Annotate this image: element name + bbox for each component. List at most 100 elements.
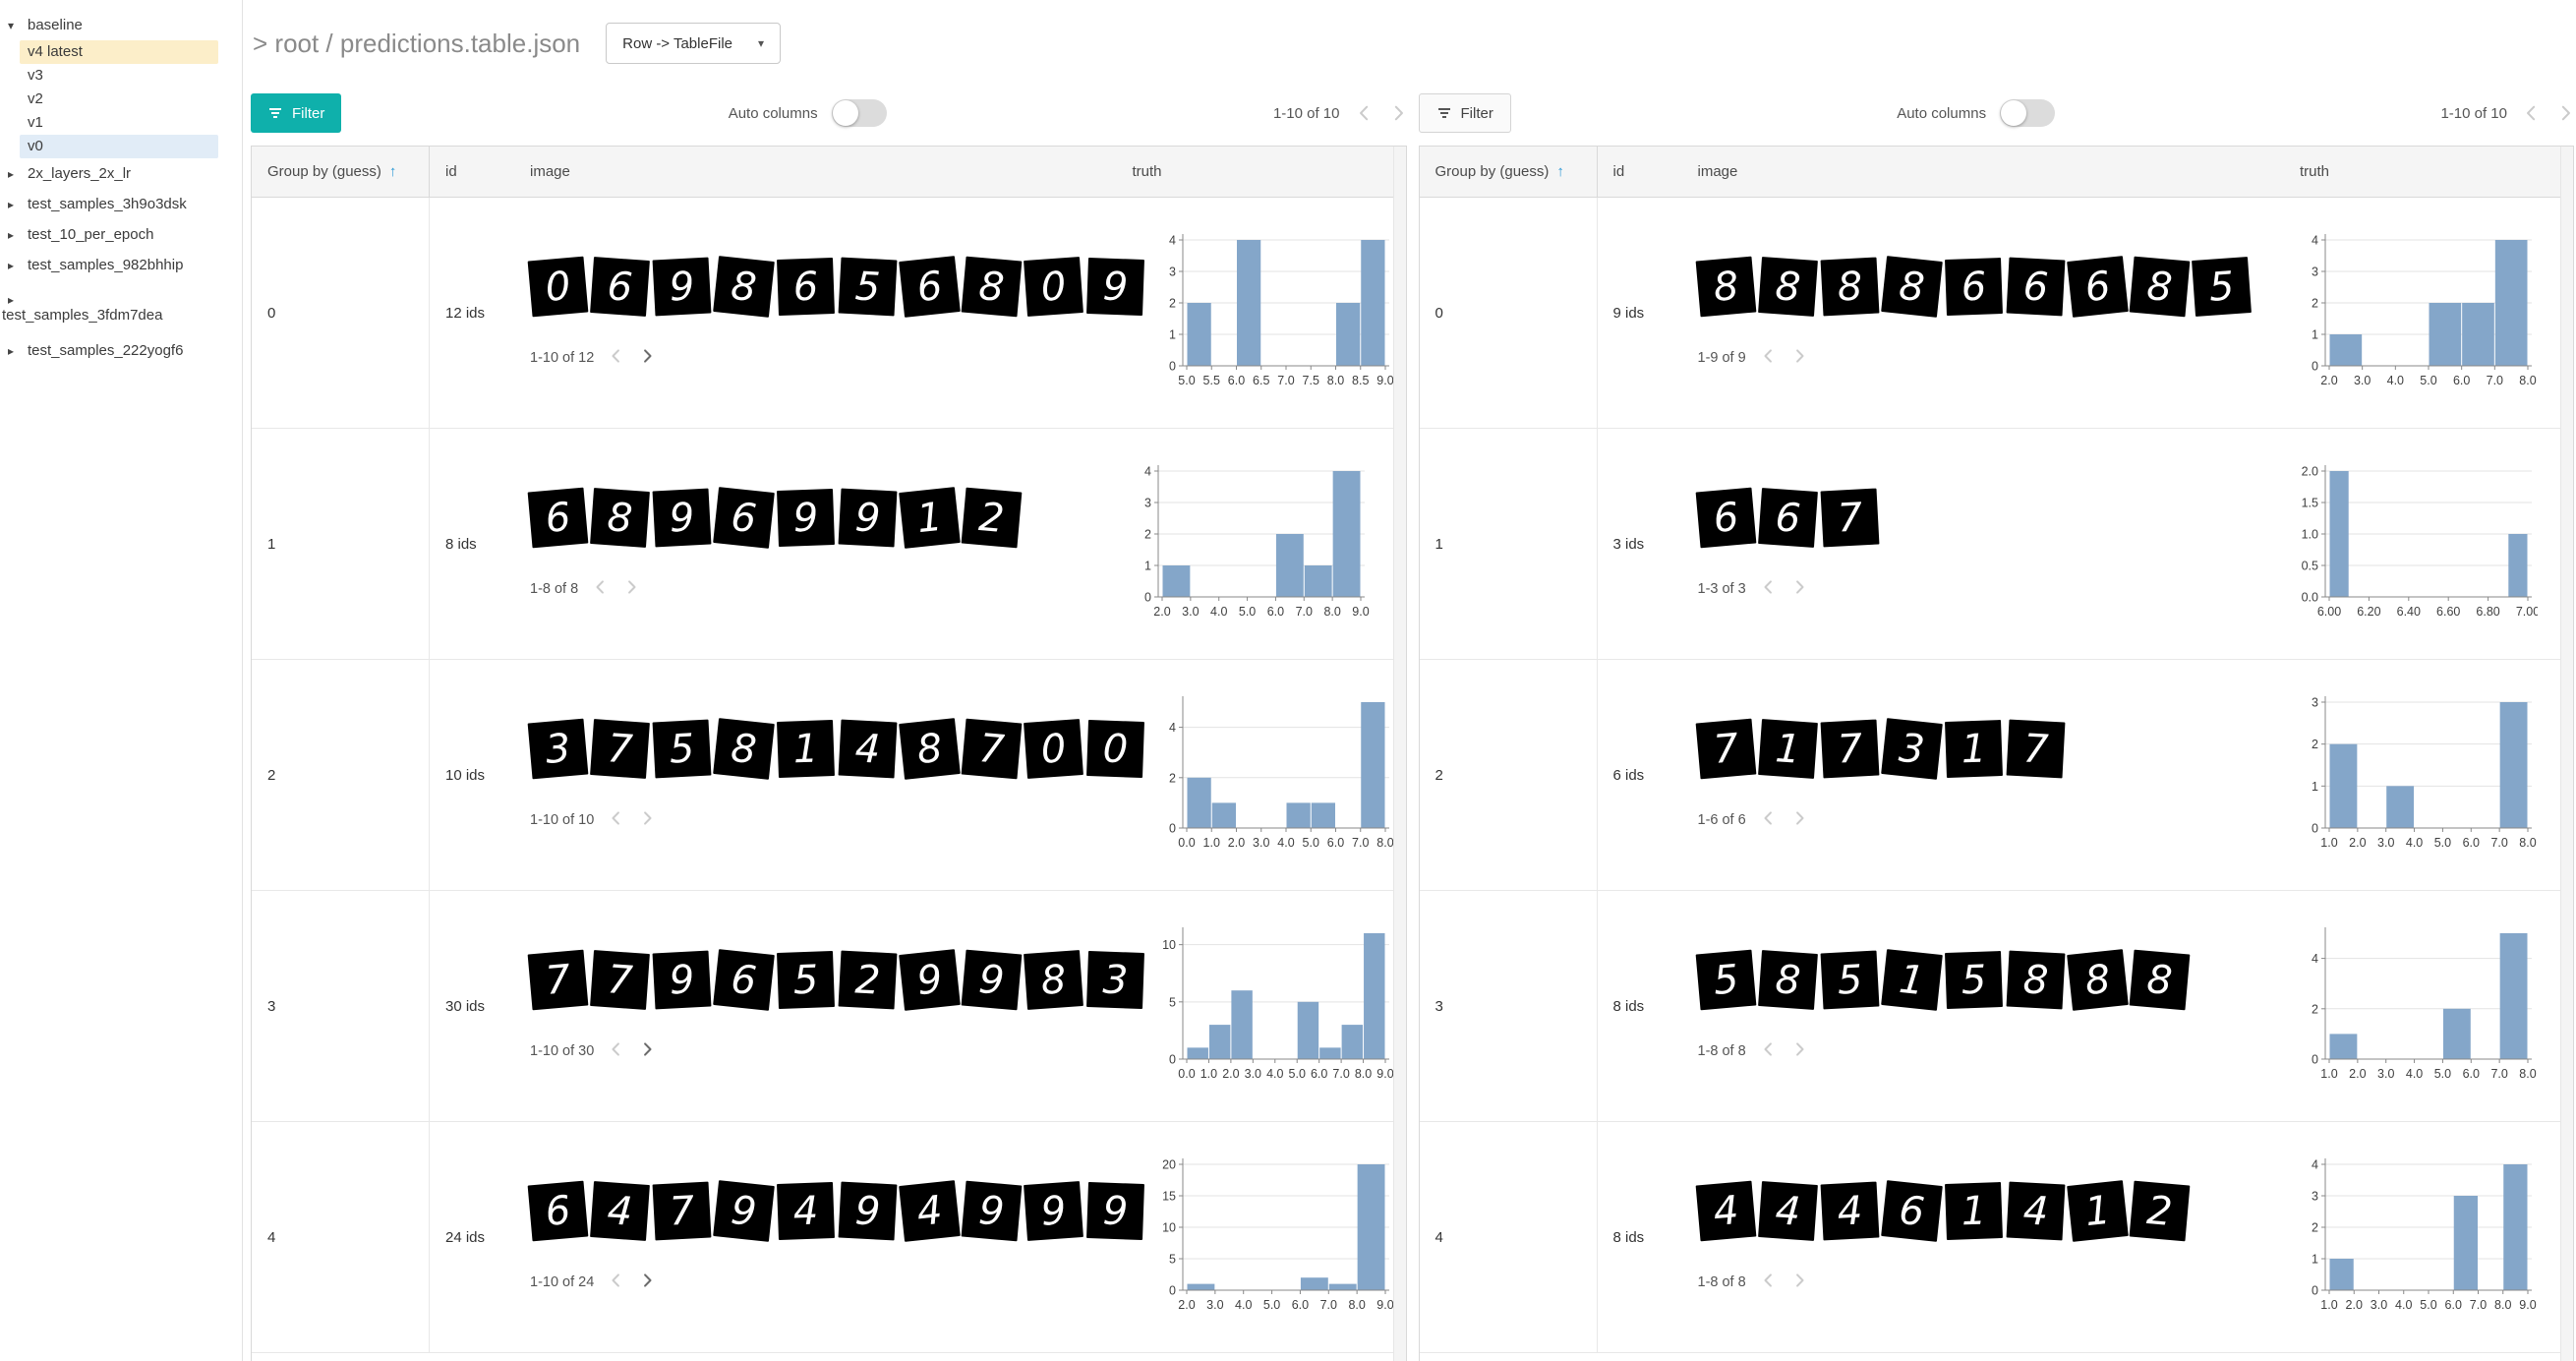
auto-columns-toggle[interactable] xyxy=(2000,99,2055,127)
mnist-image[interactable]: 1 xyxy=(1758,719,1818,779)
mnist-image[interactable]: 8 xyxy=(1758,257,1818,317)
mnist-image[interactable]: 0 xyxy=(528,256,589,317)
mnist-image[interactable]: 0 xyxy=(1024,719,1083,779)
chevron-left-icon[interactable] xyxy=(609,1272,624,1292)
mnist-image[interactable]: 1 xyxy=(2067,1180,2129,1242)
mnist-image[interactable]: 9 xyxy=(962,1180,1023,1241)
mnist-image[interactable]: 9 xyxy=(653,488,712,547)
mnist-image[interactable]: 1 xyxy=(1945,720,2003,778)
chevron-left-icon[interactable] xyxy=(1761,810,1777,830)
chevron-right-icon[interactable] xyxy=(1791,1041,1807,1061)
chevron-right-icon[interactable] xyxy=(639,348,655,368)
column-header-group-by[interactable]: Group by (guess)↑ xyxy=(1420,147,1598,197)
chevron-right-icon[interactable] xyxy=(639,1041,655,1061)
chevron-right-icon[interactable] xyxy=(1791,810,1807,830)
mnist-image[interactable]: 6 xyxy=(590,257,650,317)
chevron-right-icon[interactable] xyxy=(2556,104,2574,122)
chevron-right-icon[interactable] xyxy=(1389,104,1407,122)
version-item-v0[interactable]: v0 xyxy=(20,135,218,158)
chevron-right-icon[interactable] xyxy=(1791,348,1807,368)
mnist-image[interactable]: 4 xyxy=(899,1180,961,1242)
column-header-image[interactable]: image xyxy=(1674,147,2287,197)
mnist-image[interactable]: 3 xyxy=(1086,951,1144,1009)
mnist-image[interactable]: 6 xyxy=(1945,258,2003,316)
column-header-truth[interactable]: truth xyxy=(1119,147,1406,197)
table-scrollbar[interactable] xyxy=(1393,147,1406,1361)
sidebar-item-test_samples_3fdm7dea[interactable]: ▸test_samples_3fdm7dea xyxy=(0,280,242,335)
chevron-left-icon[interactable] xyxy=(1761,1041,1777,1061)
mnist-image[interactable]: 1 xyxy=(1945,1182,2003,1240)
mnist-image[interactable]: 9 xyxy=(1024,1181,1083,1241)
mnist-image[interactable]: 4 xyxy=(1820,1181,1879,1240)
mnist-image[interactable]: 7 xyxy=(590,950,650,1010)
chevron-left-icon[interactable] xyxy=(1761,579,1777,599)
mnist-image[interactable]: 5 xyxy=(777,951,835,1009)
tree-collapsed-icon[interactable]: ▸ xyxy=(8,293,28,307)
mnist-image[interactable]: 7 xyxy=(590,719,650,779)
mnist-image[interactable]: 9 xyxy=(653,950,712,1009)
sidebar-item-test_10_per_epoch[interactable]: ▸test_10_per_epoch xyxy=(0,219,242,250)
mnist-image[interactable]: 9 xyxy=(713,1180,775,1242)
chevron-right-icon[interactable] xyxy=(639,810,655,830)
mnist-image[interactable]: 9 xyxy=(777,489,835,547)
mnist-image[interactable]: 6 xyxy=(713,487,775,549)
mnist-image[interactable]: 5 xyxy=(2192,257,2252,317)
chevron-left-icon[interactable] xyxy=(1761,348,1777,368)
chevron-right-icon[interactable] xyxy=(623,579,639,599)
mnist-image[interactable]: 8 xyxy=(962,256,1023,317)
tree-collapsed-icon[interactable]: ▸ xyxy=(8,198,28,211)
sort-asc-icon[interactable]: ↑ xyxy=(389,163,397,180)
sidebar-item-test_samples_222yogf6[interactable]: ▸test_samples_222yogf6 xyxy=(0,335,242,366)
column-header-group-by[interactable]: Group by (guess)↑ xyxy=(252,147,430,197)
mnist-image[interactable]: 6 xyxy=(1695,487,1756,548)
mnist-image[interactable]: 8 xyxy=(1024,950,1083,1010)
version-item-v2[interactable]: v2 xyxy=(20,88,218,111)
mnist-image[interactable]: 5 xyxy=(1695,949,1756,1010)
chevron-right-icon[interactable] xyxy=(1791,1272,1807,1292)
tree-collapsed-icon[interactable]: ▸ xyxy=(8,259,28,272)
mnist-image[interactable]: 8 xyxy=(713,256,775,318)
mnist-image[interactable]: 8 xyxy=(2129,256,2190,317)
chevron-left-icon[interactable] xyxy=(609,810,624,830)
mnist-image[interactable]: 6 xyxy=(1758,488,1818,548)
table-scrollbar[interactable] xyxy=(2560,147,2573,1361)
mnist-image[interactable]: 9 xyxy=(839,488,898,547)
column-header-id[interactable]: id xyxy=(430,147,506,197)
mnist-image[interactable]: 4 xyxy=(2006,1181,2065,1240)
chevron-right-icon[interactable] xyxy=(639,1272,655,1292)
mnist-image[interactable]: 7 xyxy=(962,718,1023,779)
mnist-image[interactable]: 6 xyxy=(713,949,775,1011)
tree-expanded-icon[interactable]: ▾ xyxy=(8,19,28,32)
mnist-image[interactable]: 6 xyxy=(2006,257,2065,316)
mnist-image[interactable]: 5 xyxy=(1820,950,1879,1009)
mnist-image[interactable]: 0 xyxy=(1086,720,1144,778)
mnist-image[interactable]: 1 xyxy=(899,487,961,549)
column-header-truth[interactable]: truth xyxy=(2286,147,2573,197)
mnist-image[interactable]: 2 xyxy=(2129,1180,2190,1241)
column-header-image[interactable]: image xyxy=(506,147,1119,197)
sidebar-item-2x_layers_2x_lr[interactable]: ▸2x_layers_2x_lr xyxy=(0,158,242,189)
mnist-image[interactable]: 8 xyxy=(1820,257,1879,316)
mnist-image[interactable]: 7 xyxy=(1820,719,1879,778)
mnist-image[interactable]: 0 xyxy=(1024,257,1083,317)
column-header-id[interactable]: id xyxy=(1598,147,1674,197)
chevron-left-icon[interactable] xyxy=(1356,104,1374,122)
mnist-image[interactable]: 8 xyxy=(2129,949,2190,1010)
chevron-left-icon[interactable] xyxy=(593,579,609,599)
mnist-image[interactable]: 8 xyxy=(899,718,961,780)
mnist-image[interactable]: 3 xyxy=(528,718,589,779)
mnist-image[interactable]: 4 xyxy=(839,719,898,778)
mnist-image[interactable]: 9 xyxy=(1086,258,1144,316)
chevron-left-icon[interactable] xyxy=(609,1041,624,1061)
tree-collapsed-icon[interactable]: ▸ xyxy=(8,344,28,358)
mnist-image[interactable]: 9 xyxy=(839,1181,898,1240)
filter-button[interactable]: Filter xyxy=(1419,93,1511,133)
mnist-image[interactable]: 9 xyxy=(1086,1182,1144,1240)
view-mode-select[interactable]: Row -> TableFile ▾ xyxy=(606,23,781,64)
mnist-image[interactable]: 2 xyxy=(962,487,1023,548)
mnist-image[interactable]: 7 xyxy=(1820,488,1879,547)
mnist-image[interactable]: 9 xyxy=(653,257,712,316)
mnist-image[interactable]: 9 xyxy=(899,949,961,1011)
version-item-v1[interactable]: v1 xyxy=(20,111,218,135)
version-item-v3[interactable]: v3 xyxy=(20,64,218,88)
